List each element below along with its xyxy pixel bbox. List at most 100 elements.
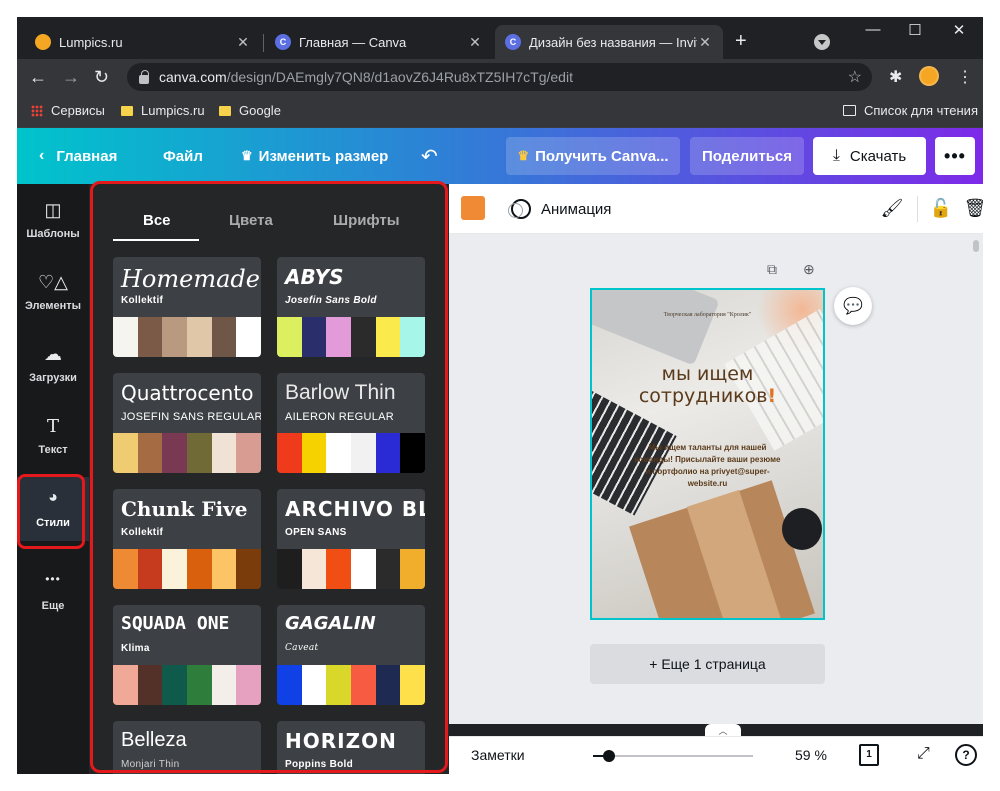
forward-arrow-icon[interactable]: → [62, 67, 80, 87]
close-tab-icon[interactable]: ✕ [467, 34, 483, 51]
rail-text[interactable]: T Текст [17, 400, 89, 472]
folder-icon [121, 105, 133, 116]
tab-lumpics[interactable]: Lumpics.ru ✕ [25, 25, 261, 59]
download-button[interactable]: ⤓ Скачать [813, 137, 926, 175]
paint-roller-icon[interactable]: 🖌 [880, 196, 904, 220]
more-dots-icon: ••• [45, 572, 61, 586]
chevron-up-icon[interactable]: ︿ [705, 724, 741, 736]
profile-avatar[interactable] [919, 66, 939, 86]
upload-cloud-icon: ☁ [44, 344, 62, 364]
bookmarks-bar: Сервисы Lumpics.ru Google Список для чте… [17, 95, 983, 128]
bookmark-google[interactable]: Google [219, 103, 281, 118]
vertical-scrollbar[interactable] [972, 234, 980, 724]
undo-icon[interactable]: ↶ [421, 128, 438, 184]
rail-more[interactable]: ••• Еще [17, 556, 89, 628]
extensions-puzzle-icon[interactable]: ✱ [889, 67, 902, 87]
animation-button[interactable]: Анимация [508, 184, 612, 234]
download-label: Скачать [849, 147, 907, 165]
add-page-icon[interactable]: ⊕ [803, 261, 815, 278]
lock-icon[interactable]: 🔓 [929, 196, 953, 220]
design-laptop-image [592, 290, 720, 366]
tab-divider [263, 34, 264, 52]
design-small-text[interactable]: Творческая лаборатория "Кролик" [592, 312, 823, 318]
toolbar-divider [917, 196, 918, 222]
add-comment-icon[interactable]: 💬 [834, 287, 872, 325]
share-button[interactable]: Поделиться [690, 137, 804, 175]
home-label: Главная [56, 147, 118, 165]
trash-icon[interactable]: 🗑 [963, 196, 983, 220]
tab-title: Lumpics.ru [59, 34, 123, 50]
rail-elements[interactable]: ♡△ Элементы [17, 256, 89, 328]
chevron-left-icon: ‹ [39, 147, 45, 164]
rail-templates[interactable]: ◫ Шаблоны [17, 184, 89, 256]
rail-label: Еще [41, 600, 65, 612]
bookmark-label: Сервисы [51, 103, 105, 118]
maximize-button[interactable]: ☐ [895, 21, 935, 39]
design-page[interactable]: Творческая лаборатория "Кролик" мы ищем … [590, 288, 825, 620]
rail-uploads[interactable]: ☁ Загрузки [17, 328, 89, 400]
get-pro-label: Получить Canva... [535, 147, 669, 165]
duplicate-page-icon[interactable]: ⧉ [767, 261, 777, 278]
orange-icon [35, 34, 51, 50]
text-color-swatch[interactable] [461, 196, 485, 220]
add-page-button[interactable]: + Еще 1 страница [590, 644, 825, 684]
more-options-button[interactable]: ••• [935, 137, 975, 175]
elements-icon: ♡△ [38, 272, 68, 292]
reading-list[interactable]: Список для чтения [843, 103, 978, 118]
design-mouse-image [782, 508, 822, 550]
download-icon: ⤓ [832, 147, 840, 164]
zoom-slider[interactable] [593, 750, 753, 762]
tab-canva-home[interactable]: C Главная — Canva ✕ [265, 25, 493, 59]
notes-button[interactable]: Заметки [471, 747, 525, 763]
bookmark-star-icon[interactable]: ☆ [848, 67, 862, 87]
tab-search-icon[interactable] [814, 34, 830, 50]
canva-header: ‹ Главная Файл ♛ Изменить размер ↶ ♛ Пол… [17, 128, 983, 184]
browser-toolbar: ← → ↻ canva.com/design/DAEmgly7QN8/d1aov… [17, 59, 983, 95]
help-icon[interactable]: ? [955, 744, 977, 766]
rail-label: Элементы [24, 300, 82, 312]
scroll-thumb[interactable] [973, 240, 979, 252]
highlight-frame [90, 181, 448, 773]
browser-menu-icon[interactable]: ⋮ [957, 67, 973, 87]
resize-label: Изменить размер [258, 147, 389, 165]
crown-icon: ♛ [241, 148, 253, 163]
design-headline[interactable]: мы ищем сотрудников! [592, 363, 823, 407]
bookmark-services[interactable]: Сервисы [31, 103, 105, 118]
screenshot-frame: Lumpics.ru ✕ C Главная — Canva ✕ C Дизай… [0, 0, 1000, 791]
zoom-slider-handle[interactable] [603, 750, 615, 762]
address-bar[interactable]: canva.com/design/DAEmgly7QN8/d1aovZ6J4Ru… [127, 63, 872, 91]
bookmark-lumpics[interactable]: Lumpics.ru [121, 103, 205, 118]
crown-icon: ♛ [517, 148, 530, 163]
get-canva-pro-button[interactable]: ♛ Получить Canva... [506, 137, 680, 175]
headline-mark: ! [767, 385, 777, 407]
reload-icon[interactable]: ↻ [94, 67, 109, 87]
canva-icon: C [275, 34, 291, 50]
resize-button[interactable]: ♛ Изменить размер [241, 128, 388, 184]
zoom-level[interactable]: 59 % [795, 747, 827, 763]
animation-icon [508, 199, 531, 219]
new-tab-button[interactable]: + [735, 31, 747, 51]
design-body-text[interactable]: Мы ищем таланты для нашей команды! Присы… [632, 442, 783, 490]
headline-line-1: мы ищем [661, 363, 754, 385]
editor-toolbar: Анимация 🖌 🔓 🗑 [449, 184, 983, 234]
page-count-icon[interactable]: 1 [859, 744, 879, 766]
close-window-button[interactable]: ✕ [939, 21, 979, 39]
folder-icon [219, 105, 231, 116]
animation-label: Анимация [541, 200, 612, 218]
editor-footer: Заметки 59 % 1 ⤢ ? [449, 736, 983, 774]
text-icon: T [46, 416, 59, 437]
minimize-button[interactable]: — [853, 21, 893, 38]
tab-canva-design[interactable]: C Дизайн без названия — Invitat ✕ [495, 25, 723, 59]
highlight-frame [17, 474, 85, 549]
lock-icon [139, 69, 149, 84]
close-tab-icon[interactable]: ✕ [235, 34, 251, 51]
rail-label: Загрузки [29, 372, 77, 384]
home-button[interactable]: ‹ Главная [39, 128, 117, 184]
close-tab-icon[interactable]: ✕ [697, 34, 713, 51]
back-arrow-icon[interactable]: ← [29, 67, 47, 87]
browser-window: Lumpics.ru ✕ C Главная — Canva ✕ C Дизай… [17, 17, 983, 774]
apps-grid-icon [31, 104, 43, 117]
fullscreen-icon[interactable]: ⤢ [917, 745, 930, 763]
file-menu-button[interactable]: Файл [163, 128, 203, 184]
url-path: /design/DAEmgly7QN8/d1aovZ6J4Ru8xTZ5IH7c… [226, 69, 573, 85]
